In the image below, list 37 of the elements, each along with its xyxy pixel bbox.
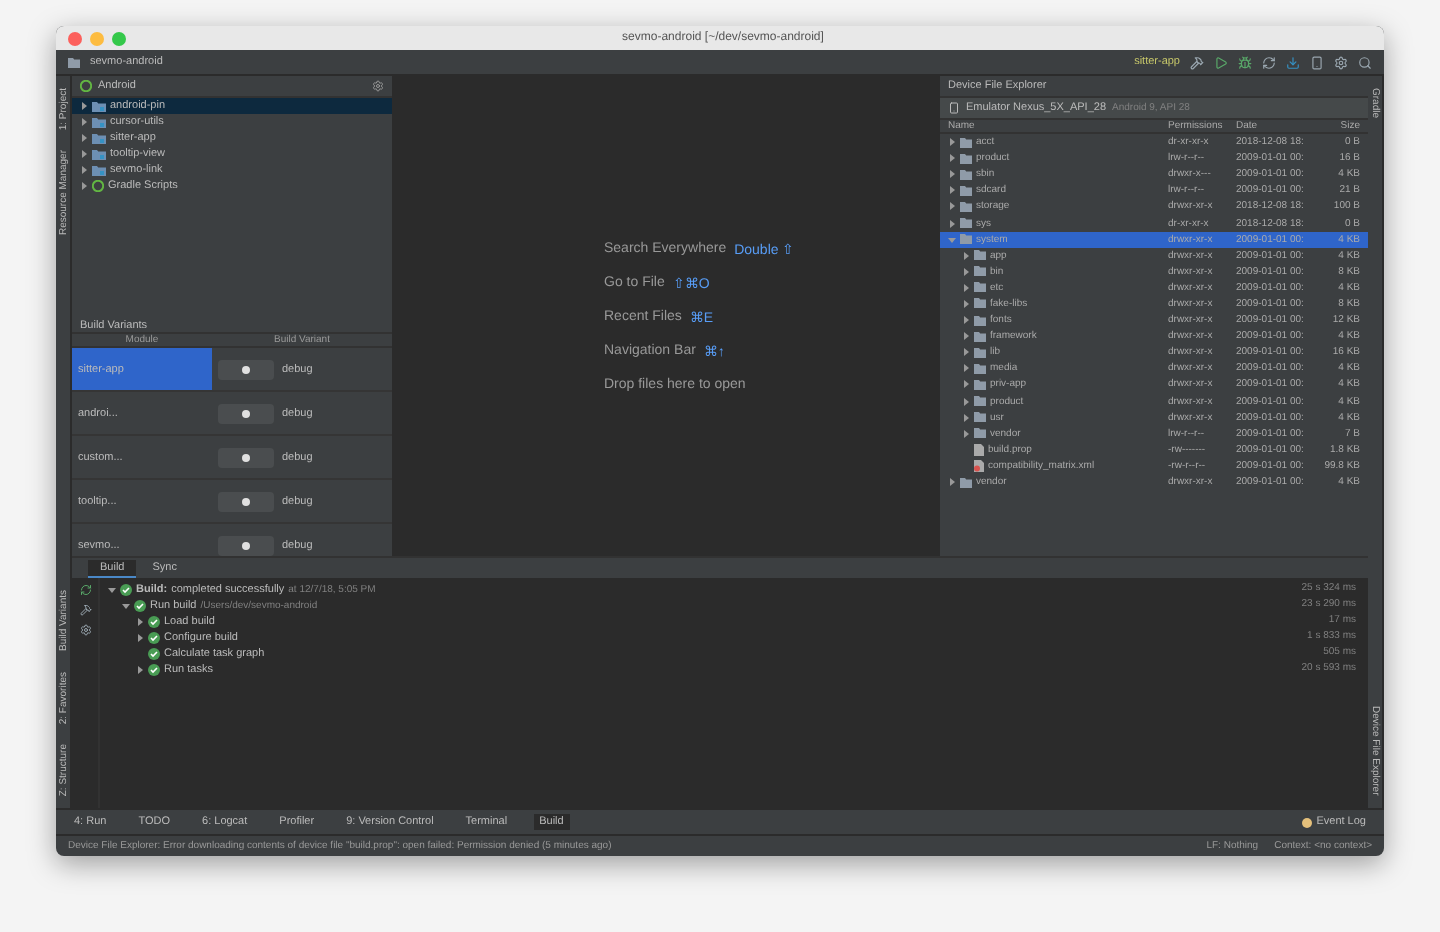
check-circle-icon: [148, 632, 160, 644]
dot-icon: [242, 497, 250, 505]
check-circle-icon: [120, 584, 132, 596]
refresh-icon[interactable]: [1262, 55, 1276, 69]
phone-icon[interactable]: [1310, 55, 1324, 69]
phone-icon: [948, 102, 960, 114]
dot-icon: [242, 409, 250, 417]
dot-icon: [242, 453, 250, 461]
play-icon[interactable]: [1214, 55, 1228, 69]
bug-icon[interactable]: [1238, 55, 1252, 69]
file-icon: [974, 443, 984, 456]
folder-icon: [960, 477, 972, 488]
close-button[interactable]: [68, 31, 82, 45]
folder-icon: [68, 57, 80, 67]
circle-icon: [1302, 817, 1313, 827]
script-icon: [92, 180, 104, 192]
dot-icon: [242, 365, 250, 373]
module-folder-icon: [92, 117, 106, 127]
module-folder-icon: [92, 101, 106, 111]
refresh-icon[interactable]: [79, 584, 91, 596]
module-folder-icon: [92, 165, 106, 175]
module-folder-icon: [92, 133, 106, 143]
download-icon[interactable]: [1286, 55, 1300, 69]
settings-icon[interactable]: [79, 624, 91, 636]
check-circle-icon: [134, 600, 146, 612]
search-icon[interactable]: [1358, 55, 1372, 69]
hammer-icon[interactable]: [1190, 55, 1204, 69]
check-circle-icon: [148, 648, 160, 660]
settings-icon[interactable]: [1334, 55, 1348, 69]
module-folder-icon: [92, 149, 106, 159]
check-circle-icon: [148, 616, 160, 628]
script-icon: [80, 80, 92, 92]
dot-icon: [242, 541, 250, 549]
check-circle-icon: [148, 664, 160, 676]
warning-file-icon: [974, 459, 984, 472]
hammer-icon[interactable]: [79, 604, 91, 616]
settings-icon[interactable]: [372, 80, 384, 92]
